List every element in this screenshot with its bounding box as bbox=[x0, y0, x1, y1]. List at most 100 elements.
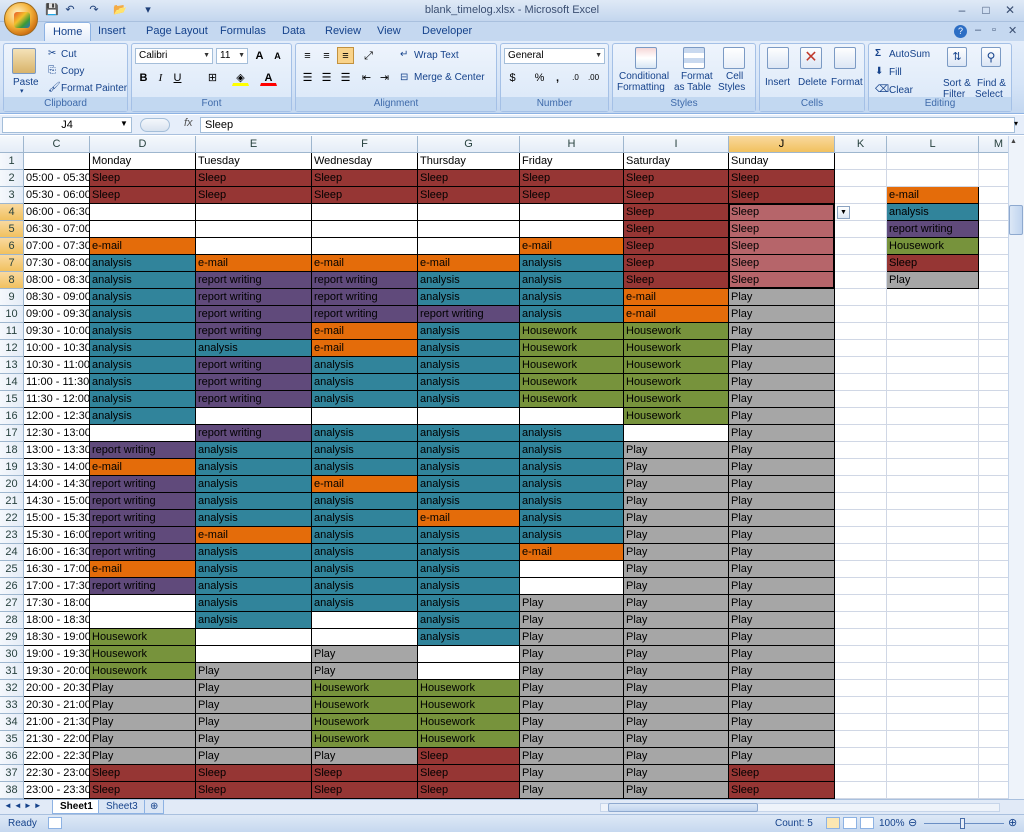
empty-cell[interactable] bbox=[887, 544, 979, 561]
time-cell[interactable]: 16:30 - 17:00 bbox=[24, 561, 90, 578]
activity-cell[interactable]: Sleep bbox=[729, 238, 835, 255]
activity-cell[interactable]: e-mail bbox=[312, 323, 418, 340]
activity-cell[interactable]: analysis bbox=[196, 578, 312, 595]
row-header[interactable]: 7 bbox=[0, 255, 24, 272]
row-header[interactable]: 31 bbox=[0, 663, 24, 680]
activity-cell[interactable]: report writing bbox=[418, 306, 520, 323]
activity-cell[interactable]: Play bbox=[729, 731, 835, 748]
empty-cell[interactable] bbox=[887, 663, 979, 680]
activity-cell[interactable]: Housework bbox=[520, 374, 624, 391]
activity-cell[interactable]: analysis bbox=[418, 561, 520, 578]
activity-cell[interactable]: Play bbox=[729, 629, 835, 646]
column-header-e[interactable]: E bbox=[196, 136, 312, 153]
activity-cell[interactable]: analysis bbox=[520, 510, 624, 527]
time-cell[interactable]: 09:30 - 10:00 bbox=[24, 323, 90, 340]
activity-cell[interactable]: analysis bbox=[90, 323, 196, 340]
activity-cell[interactable]: Sleep bbox=[729, 255, 835, 272]
empty-cell[interactable] bbox=[835, 374, 887, 391]
align-bottom-icon[interactable]: ≡ bbox=[337, 47, 354, 64]
row-header[interactable]: 15 bbox=[0, 391, 24, 408]
row-header[interactable]: 38 bbox=[0, 782, 24, 799]
activity-cell[interactable]: Sleep bbox=[418, 170, 520, 187]
activity-cell[interactable]: Play bbox=[624, 731, 729, 748]
time-cell[interactable]: 10:30 - 11:00 bbox=[24, 357, 90, 374]
activity-cell[interactable]: analysis bbox=[196, 493, 312, 510]
activity-cell[interactable]: e-mail bbox=[90, 238, 196, 255]
activity-cell[interactable]: Sleep bbox=[729, 170, 835, 187]
empty-cell[interactable] bbox=[835, 391, 887, 408]
activity-cell[interactable]: Play bbox=[520, 714, 624, 731]
activity-cell[interactable]: Sleep bbox=[624, 170, 729, 187]
activity-cell[interactable]: Play bbox=[520, 629, 624, 646]
column-header-k[interactable]: K bbox=[835, 136, 887, 153]
time-cell[interactable]: 12:00 - 12:30 bbox=[24, 408, 90, 425]
activity-cell[interactable]: Play bbox=[624, 663, 729, 680]
activity-cell[interactable]: e-mail bbox=[418, 255, 520, 272]
activity-cell[interactable]: Play bbox=[729, 374, 835, 391]
activity-cell[interactable]: analysis bbox=[418, 425, 520, 442]
empty-cell[interactable] bbox=[835, 221, 887, 238]
activity-cell[interactable]: analysis bbox=[312, 425, 418, 442]
align-top-icon[interactable]: ≡ bbox=[299, 47, 316, 64]
day-header[interactable]: Friday bbox=[520, 153, 624, 170]
time-cell[interactable]: 15:30 - 16:00 bbox=[24, 527, 90, 544]
activity-cell[interactable]: report writing bbox=[196, 323, 312, 340]
activity-cell[interactable]: Sleep bbox=[729, 782, 835, 799]
activity-cell[interactable]: Play bbox=[729, 357, 835, 374]
time-cell[interactable]: 20:30 - 21:00 bbox=[24, 697, 90, 714]
empty-cell[interactable] bbox=[835, 578, 887, 595]
empty-cell[interactable] bbox=[835, 782, 887, 799]
activity-cell[interactable]: Sleep bbox=[418, 748, 520, 765]
empty-cell[interactable] bbox=[887, 459, 979, 476]
activity-cell[interactable]: Play bbox=[520, 612, 624, 629]
empty-cell[interactable] bbox=[887, 765, 979, 782]
empty-cell[interactable] bbox=[887, 731, 979, 748]
activity-cell[interactable]: analysis bbox=[520, 527, 624, 544]
empty-cell[interactable] bbox=[835, 697, 887, 714]
activity-cell[interactable]: analysis bbox=[418, 374, 520, 391]
activity-cell[interactable]: report writing bbox=[196, 289, 312, 306]
sheet-tab-sheet3[interactable]: Sheet3 bbox=[98, 800, 146, 814]
row-header[interactable]: 11 bbox=[0, 323, 24, 340]
row-header[interactable]: 23 bbox=[0, 527, 24, 544]
italic-button[interactable]: I bbox=[152, 69, 169, 86]
activity-cell[interactable]: Housework bbox=[312, 680, 418, 697]
wrap-text-button[interactable]: Wrap Text bbox=[414, 50, 459, 61]
activity-cell[interactable]: e-mail bbox=[196, 255, 312, 272]
activity-cell[interactable]: Housework bbox=[312, 697, 418, 714]
time-cell[interactable]: 06:00 - 06:30 bbox=[24, 204, 90, 221]
activity-cell[interactable]: Play bbox=[624, 442, 729, 459]
activity-cell[interactable]: analysis bbox=[418, 442, 520, 459]
activity-cell[interactable]: Sleep bbox=[418, 782, 520, 799]
row-header[interactable]: 32 bbox=[0, 680, 24, 697]
borders-icon[interactable]: ⊞ bbox=[204, 69, 221, 86]
autosum-icon[interactable]: Σ bbox=[875, 48, 881, 59]
empty-cell[interactable] bbox=[835, 425, 887, 442]
cut-button[interactable]: Cut bbox=[61, 49, 77, 60]
formula-bar-expand-icon[interactable]: ▾ bbox=[1014, 119, 1018, 128]
activity-cell[interactable]: e-mail bbox=[312, 255, 418, 272]
activity-cell[interactable]: report writing bbox=[196, 391, 312, 408]
activity-cell[interactable]: Play bbox=[624, 459, 729, 476]
activity-cell[interactable]: Housework bbox=[624, 374, 729, 391]
tab-formulas[interactable]: Formulas bbox=[212, 22, 274, 41]
day-header[interactable]: Saturday bbox=[624, 153, 729, 170]
activity-cell[interactable]: analysis bbox=[196, 476, 312, 493]
empty-cell[interactable] bbox=[835, 153, 887, 170]
activity-cell[interactable] bbox=[520, 221, 624, 238]
empty-cell[interactable] bbox=[835, 238, 887, 255]
formula-input[interactable]: Sleep bbox=[200, 117, 1015, 133]
activity-cell[interactable]: analysis bbox=[520, 289, 624, 306]
empty-cell[interactable] bbox=[887, 646, 979, 663]
activity-cell[interactable]: Housework bbox=[624, 340, 729, 357]
activity-cell[interactable]: Play bbox=[520, 748, 624, 765]
activity-cell[interactable]: Play bbox=[196, 697, 312, 714]
activity-cell[interactable]: report writing bbox=[90, 476, 196, 493]
tab-home[interactable]: Home bbox=[44, 22, 92, 41]
activity-cell[interactable]: analysis bbox=[418, 629, 520, 646]
activity-cell[interactable]: e-mail bbox=[312, 476, 418, 493]
delete-cells-button[interactable]: Delete bbox=[798, 77, 827, 88]
empty-cell[interactable] bbox=[887, 476, 979, 493]
row-header[interactable]: 27 bbox=[0, 595, 24, 612]
row-header[interactable]: 29 bbox=[0, 629, 24, 646]
